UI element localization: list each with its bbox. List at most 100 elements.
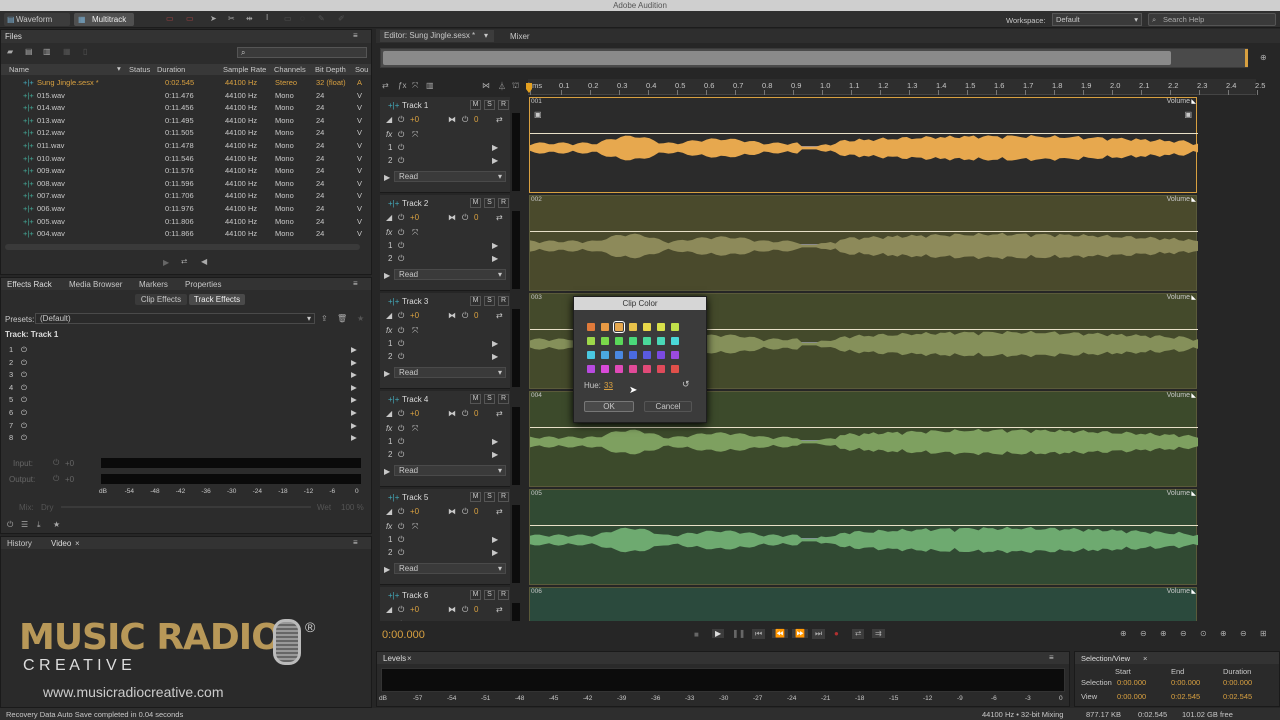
pan-knob-icon[interactable]: ⏻ <box>462 605 468 615</box>
col-channels[interactable]: Channels <box>274 65 306 74</box>
slot-arrow-icon[interactable]: ▶ <box>351 358 357 367</box>
track-r-button[interactable]: R <box>498 296 509 306</box>
view-duration[interactable]: 0:02.545 <box>1223 692 1252 701</box>
track-m-button[interactable]: M <box>470 394 481 404</box>
color-swatch[interactable] <box>671 323 679 331</box>
track-s-button[interactable]: S <box>484 100 495 110</box>
send-arrow-icon[interactable]: ▶ <box>492 535 498 544</box>
expand-icon[interactable]: ▶ <box>384 369 390 378</box>
selection-duration[interactable]: 0:00.000 <box>1223 678 1252 687</box>
color-swatch[interactable] <box>629 323 637 331</box>
fx-icon[interactable]: fx <box>386 228 392 237</box>
file-row[interactable]: +|+ 015.wav 0:11.476 44100 Hz Mono 24 V <box>5 90 367 103</box>
audio-clip[interactable]: 006 Volume ◣ <box>529 587 1197 621</box>
file-row[interactable]: +|+ 007.wav 0:11.706 44100 Hz Mono 24 V <box>5 190 367 203</box>
zoom-out-time-icon[interactable]: ⊖ <box>1180 629 1187 638</box>
pan-knob-icon[interactable]: ⏻ <box>462 213 468 223</box>
send-arrow-icon[interactable]: ▶ <box>492 143 498 152</box>
tab-selection-view[interactable]: Selection/View <box>1081 654 1130 663</box>
slot-arrow-icon[interactable]: ▶ <box>351 421 357 430</box>
presets-dropdown[interactable]: (Default) ▾ <box>35 313 315 324</box>
power-icon[interactable]: ⏻ <box>21 421 27 431</box>
power-icon[interactable]: ⏻ <box>398 143 404 153</box>
power-icon[interactable]: ⏻ <box>7 520 13 530</box>
fx-icon[interactable]: fx <box>386 326 392 335</box>
slot-arrow-icon[interactable]: ▶ <box>351 433 357 442</box>
close-icon[interactable]: × <box>1143 654 1147 663</box>
col-rate[interactable]: Sample Rate <box>223 65 266 74</box>
col-status[interactable]: Status <box>129 65 150 74</box>
favorite-add-icon[interactable]: ★ <box>53 520 60 529</box>
power-icon[interactable]: ⏻ <box>398 241 404 251</box>
apply-icon[interactable]: ⤓ <box>37 520 41 530</box>
effect-slot[interactable]: 1 ⏻ ▶ <box>5 344 367 356</box>
autoplay-icon[interactable]: ◀ <box>201 257 207 266</box>
power-icon[interactable]: ⏻ <box>21 433 27 443</box>
expand-icon[interactable]: ▶ <box>384 565 390 574</box>
track-name[interactable]: Track 2 <box>402 199 428 208</box>
track-volume[interactable]: +0 <box>410 409 419 418</box>
track-volume[interactable]: +0 <box>410 311 419 320</box>
fx-icon[interactable]: fx <box>386 130 392 139</box>
input-value[interactable]: +0 <box>65 459 74 468</box>
color-swatch[interactable] <box>601 351 609 359</box>
loop-icon[interactable]: ⮂ <box>852 629 865 639</box>
effect-slot[interactable]: 2 ⏻ ▶ <box>5 357 367 369</box>
audio-clip[interactable]: 001 Volume ◣ ▣ ▣ <box>529 97 1198 193</box>
automation-mode-dropdown[interactable]: Read ▾ <box>394 367 506 378</box>
track-pan[interactable]: 0 <box>474 605 478 614</box>
color-swatch[interactable] <box>643 365 651 373</box>
track-m-button[interactable]: M <box>470 296 481 306</box>
effect-slot[interactable]: 6 ⏻ ▶ <box>5 407 367 419</box>
skip-icon[interactable]: ⇉ <box>872 629 885 638</box>
go-to-start-icon[interactable]: ⏮ <box>752 629 766 639</box>
color-swatch[interactable] <box>615 365 623 373</box>
automation-mode-dropdown[interactable]: Read ▾ <box>394 465 506 476</box>
volume-knob-icon[interactable]: ⏻ <box>398 507 404 517</box>
pitch-icon[interactable]: ▭ <box>186 14 194 23</box>
zoom-out-point-icon[interactable]: ⊖ <box>1240 629 1247 638</box>
send-arrow-icon[interactable]: ▶ <box>492 156 498 165</box>
overview-handle[interactable] <box>1245 49 1248 67</box>
save-preset-icon[interactable]: ⇪ <box>321 314 328 323</box>
color-swatch[interactable] <box>671 337 679 345</box>
power-icon[interactable]: ⏻ <box>21 345 27 355</box>
color-swatch[interactable] <box>587 365 595 373</box>
razor-tool-icon[interactable]: ✂ <box>228 14 235 23</box>
power-icon[interactable]: ⏻ <box>398 326 404 336</box>
headphone-icon[interactable]: ⛫ <box>512 81 519 91</box>
tab-media-browser[interactable]: Media Browser <box>69 280 122 289</box>
track-pan[interactable]: 0 <box>474 115 478 124</box>
play-icon[interactable]: ▶ <box>163 258 169 267</box>
volume-knob-icon[interactable]: ⏻ <box>398 213 404 223</box>
files-search-input[interactable]: ⌕ <box>237 47 367 58</box>
track-volume[interactable]: +0 <box>410 605 419 614</box>
send-icon[interactable]: ⤧ <box>412 326 418 336</box>
record-icon[interactable]: ● <box>834 629 839 638</box>
volume-knob-icon[interactable]: ⏻ <box>398 409 404 419</box>
power-icon[interactable]: ⏻ <box>21 408 27 418</box>
slot-arrow-icon[interactable]: ▶ <box>351 395 357 404</box>
panel-menu-icon[interactable]: ≡ <box>1049 653 1054 662</box>
track-volume[interactable]: +0 <box>410 213 419 222</box>
send-icon[interactable]: ⤧ <box>412 522 418 532</box>
color-swatch[interactable] <box>629 365 637 373</box>
color-swatch[interactable] <box>643 337 651 345</box>
color-swatch[interactable] <box>657 365 665 373</box>
track-name[interactable]: Track 4 <box>402 395 428 404</box>
view-start[interactable]: 0:00.000 <box>1117 692 1146 701</box>
files-scrollbar[interactable] <box>5 244 360 250</box>
file-row[interactable]: +|+ Sung Jingle.sesx * 0:02.545 44100 Hz Ste… <box>5 77 367 90</box>
lasso-icon[interactable]: ◌ <box>300 14 305 23</box>
col-depth[interactable]: Bit Depth <box>315 65 346 74</box>
send-icon[interactable]: ⤧ <box>412 620 418 621</box>
power-icon[interactable]: ⏻ <box>21 395 27 405</box>
color-swatch[interactable] <box>657 337 665 345</box>
file-row[interactable]: +|+ 008.wav 0:11.596 44100 Hz Mono 24 V <box>5 178 367 191</box>
track-s-button[interactable]: S <box>484 296 495 306</box>
effect-slot[interactable]: 8 ⏻ ▶ <box>5 432 367 444</box>
send-arrow-icon[interactable]: ▶ <box>492 450 498 459</box>
power-icon[interactable]: ⏻ <box>398 437 404 447</box>
power-icon[interactable]: ⏻ <box>21 370 27 380</box>
send-arrow-icon[interactable]: ▶ <box>492 241 498 250</box>
